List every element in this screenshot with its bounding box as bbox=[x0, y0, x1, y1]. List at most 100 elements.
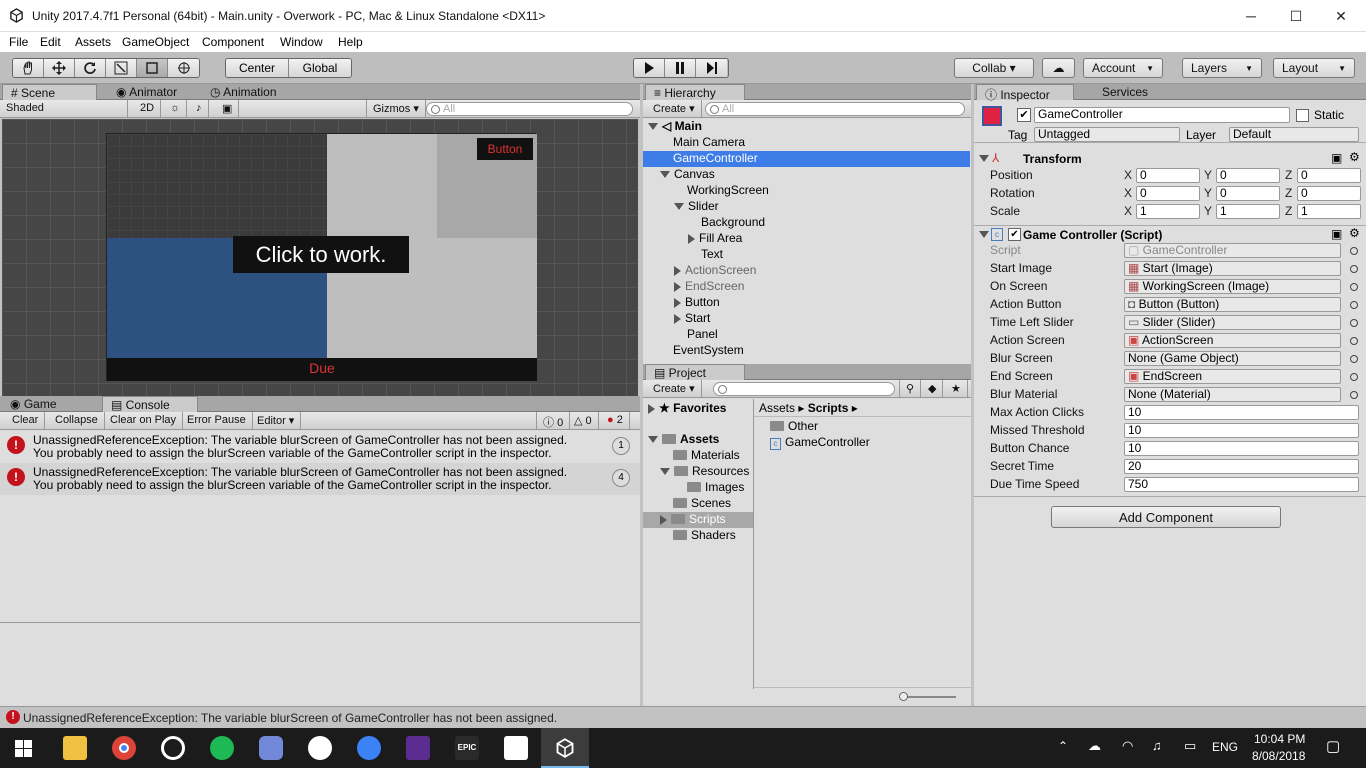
hierarchy-item-actionscreen[interactable]: ActionScreen bbox=[643, 263, 970, 279]
show-hidden-icons[interactable]: ⌃ bbox=[1058, 739, 1068, 753]
assets-row[interactable]: Assets bbox=[643, 432, 753, 448]
favorites-row[interactable]: ★ Favorites bbox=[643, 401, 753, 417]
tab-scene[interactable]: # Scene bbox=[2, 84, 97, 100]
icon-size-slider[interactable] bbox=[902, 696, 956, 698]
tree-item-resources[interactable]: Resources bbox=[643, 464, 753, 480]
script-enabled-checkbox[interactable]: ✔ bbox=[1008, 228, 1021, 241]
on-screen-field[interactable]: ▦ WorkingScreen (Image) bbox=[1124, 279, 1341, 294]
step-button[interactable] bbox=[696, 59, 727, 77]
blur-screen-field[interactable]: None (Game Object) bbox=[1124, 351, 1341, 366]
gameobject-name-input[interactable]: GameController bbox=[1034, 107, 1290, 123]
scene-viewport[interactable]: Button Click to work. Due bbox=[2, 119, 638, 396]
discord-icon[interactable] bbox=[259, 736, 283, 760]
favorite-icon[interactable]: ★ bbox=[945, 380, 968, 397]
hierarchy-create-dropdown[interactable]: Create ▾ bbox=[647, 100, 702, 117]
slider-handle[interactable] bbox=[899, 692, 908, 701]
gizmos-dropdown[interactable]: Gizmos ▾ bbox=[366, 100, 426, 117]
file-item-gamecontroller[interactable]: c GameController bbox=[770, 435, 960, 451]
maps-icon[interactable] bbox=[357, 736, 381, 760]
battery-icon[interactable]: ▭ bbox=[1184, 738, 1196, 754]
clock-date[interactable]: 8/08/2018 bbox=[1252, 749, 1305, 763]
maximize-button[interactable]: ☐ bbox=[1273, 0, 1319, 32]
tree-item-materials[interactable]: Materials bbox=[643, 448, 753, 464]
active-checkbox[interactable]: ✔ bbox=[1017, 108, 1031, 122]
tree-item-shaders[interactable]: Shaders bbox=[643, 528, 753, 544]
wifi-icon[interactable]: ◠ bbox=[1122, 738, 1133, 754]
visual-studio-icon[interactable] bbox=[406, 736, 430, 760]
blur-material-field[interactable]: None (Material) bbox=[1124, 387, 1341, 402]
minimize-button[interactable]: ─ bbox=[1228, 0, 1274, 32]
hand-tool-icon[interactable] bbox=[13, 59, 44, 77]
layer-dropdown[interactable]: Default bbox=[1229, 127, 1359, 142]
error-pause-button[interactable]: Error Pause bbox=[181, 412, 253, 429]
scale-x-input[interactable]: 1 bbox=[1136, 204, 1200, 219]
audio-icon[interactable]: ♪ bbox=[190, 100, 209, 117]
center-toggle[interactable]: Center bbox=[226, 59, 289, 77]
console-entry[interactable]: ! UnassignedReferenceException: The vari… bbox=[0, 431, 640, 463]
hierarchy-item-gamecontroller[interactable]: GameController bbox=[643, 151, 970, 167]
rotation-x-input[interactable]: 0 bbox=[1136, 186, 1200, 201]
tab-project[interactable]: ▤ Project bbox=[645, 364, 745, 380]
scale-tool-icon[interactable] bbox=[106, 59, 137, 77]
menu-help[interactable]: Help bbox=[338, 35, 363, 49]
tab-animation[interactable]: ◷ Animation bbox=[202, 84, 285, 100]
menu-assets[interactable]: Assets bbox=[75, 35, 111, 49]
hierarchy-item-workingscreen[interactable]: WorkingScreen bbox=[643, 183, 970, 199]
project-splitter[interactable] bbox=[753, 399, 754, 689]
tab-hierarchy[interactable]: ≡ Hierarchy bbox=[645, 84, 745, 100]
unity-hub-icon[interactable] bbox=[504, 736, 528, 760]
position-y-input[interactable]: 0 bbox=[1216, 168, 1280, 183]
epic-games-icon[interactable]: EPIC bbox=[455, 736, 479, 760]
button-chance-input[interactable]: 10 bbox=[1124, 441, 1359, 456]
hierarchy-item-panel[interactable]: Panel bbox=[643, 327, 970, 343]
menu-edit[interactable]: Edit bbox=[40, 35, 61, 49]
chrome-icon[interactable] bbox=[112, 736, 136, 760]
volume-icon[interactable]: ♫ bbox=[1152, 738, 1162, 753]
gear-icon[interactable]: ⚙ bbox=[1349, 150, 1360, 164]
object-picker-icon[interactable] bbox=[1350, 391, 1358, 399]
tree-item-scripts[interactable]: Scripts bbox=[643, 512, 753, 528]
menu-gameobject[interactable]: GameObject bbox=[122, 35, 189, 49]
rotation-y-input[interactable]: 0 bbox=[1216, 186, 1280, 201]
info-filter[interactable]: ⓘ 0 bbox=[536, 412, 571, 429]
hierarchy-item-fill-area[interactable]: Fill Area bbox=[643, 231, 970, 247]
hierarchy-item-start[interactable]: Start bbox=[643, 311, 970, 327]
scene-root-row[interactable]: ◁ Main bbox=[643, 119, 970, 135]
help-icon[interactable]: ▣ bbox=[1331, 227, 1342, 241]
hierarchy-item-eventsystem[interactable]: EventSystem bbox=[643, 343, 970, 359]
project-search-input[interactable] bbox=[713, 382, 895, 396]
editor-dropdown[interactable]: Editor ▾ bbox=[251, 412, 302, 429]
time-left-slider-field[interactable]: ▭ Slider (Slider) bbox=[1124, 315, 1341, 330]
tab-services[interactable]: Services bbox=[1094, 84, 1156, 100]
position-x-input[interactable]: 0 bbox=[1136, 168, 1200, 183]
add-component-button[interactable]: Add Component bbox=[1051, 506, 1281, 528]
hierarchy-item-text[interactable]: Text bbox=[643, 247, 970, 263]
scale-y-input[interactable]: 1 bbox=[1216, 204, 1280, 219]
tab-animator[interactable]: ◉ Animator bbox=[108, 84, 185, 100]
effects-icon[interactable]: ▣ bbox=[216, 100, 240, 117]
breadcrumb-scripts[interactable]: Scripts bbox=[808, 401, 849, 415]
hierarchy-item-background[interactable]: Background bbox=[643, 215, 970, 231]
collapse-button[interactable]: Collapse bbox=[49, 412, 105, 429]
search-by-type-icon[interactable]: ⚲ bbox=[899, 380, 922, 397]
position-z-input[interactable]: 0 bbox=[1297, 168, 1361, 183]
hierarchy-search-input[interactable]: All bbox=[705, 102, 965, 116]
account-dropdown[interactable]: Account ▼ bbox=[1083, 58, 1163, 78]
action-button-field[interactable]: ◘ Button (Button) bbox=[1124, 297, 1341, 312]
clear-on-play-button[interactable]: Clear on Play bbox=[104, 412, 184, 429]
end-screen-field[interactable]: ▣ EndScreen bbox=[1124, 369, 1341, 384]
hierarchy-item-canvas[interactable]: Canvas bbox=[643, 167, 970, 183]
clear-button[interactable]: Clear bbox=[6, 412, 46, 429]
tab-console[interactable]: ▤ Console bbox=[102, 396, 198, 412]
tree-item-images[interactable]: Images bbox=[643, 480, 753, 496]
tab-game[interactable]: ◉ Game bbox=[2, 396, 65, 412]
object-picker-icon[interactable] bbox=[1350, 247, 1358, 255]
scene-search-input[interactable]: All bbox=[426, 102, 633, 116]
secret-time-input[interactable]: 20 bbox=[1124, 459, 1359, 474]
menu-window[interactable]: Window bbox=[280, 35, 323, 49]
slack-icon[interactable] bbox=[308, 736, 332, 760]
missed-threshold-input[interactable]: 10 bbox=[1124, 423, 1359, 438]
combined-tool-icon[interactable] bbox=[168, 59, 199, 77]
spotify-icon[interactable] bbox=[210, 736, 234, 760]
rotate-tool-icon[interactable] bbox=[75, 59, 106, 77]
